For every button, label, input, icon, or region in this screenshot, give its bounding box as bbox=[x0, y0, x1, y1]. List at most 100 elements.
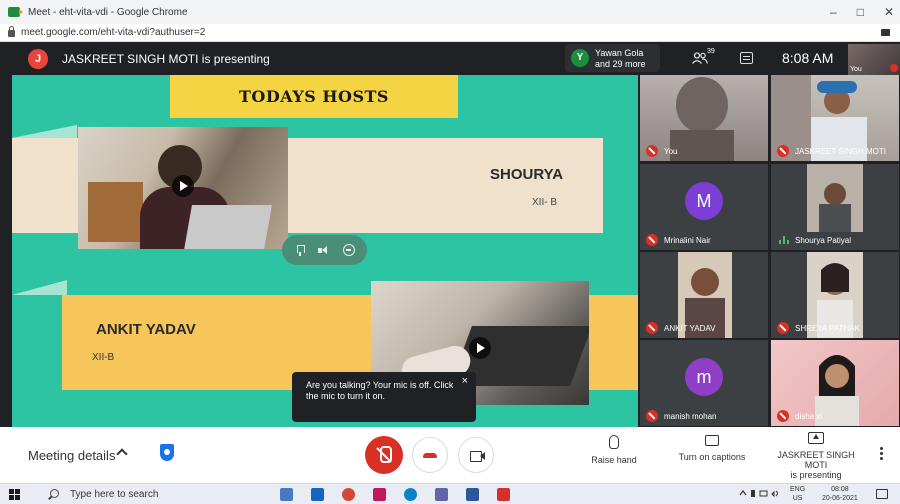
participant-name: disha xi bbox=[795, 412, 823, 421]
participant-video bbox=[670, 77, 734, 161]
captions-button[interactable]: Turn on captions bbox=[672, 435, 752, 462]
mic-off-icon bbox=[646, 145, 658, 157]
language-indicator[interactable]: ENG US bbox=[790, 485, 805, 503]
decor-triangle bbox=[12, 280, 67, 295]
remove-icon[interactable] bbox=[342, 244, 355, 256]
mail-icon[interactable] bbox=[311, 488, 324, 501]
captions-icon bbox=[705, 435, 719, 446]
viewer-text: Yawan Gola and 29 more bbox=[595, 48, 646, 70]
search-icon[interactable] bbox=[50, 489, 59, 498]
address-bar[interactable]: meet.google.com/eht-vita-vdi?authuser=2 bbox=[0, 24, 900, 42]
more-options-icon[interactable] bbox=[880, 447, 883, 461]
captions-label: Turn on captions bbox=[678, 452, 746, 462]
mic-off-icon bbox=[890, 64, 898, 72]
viewer-more: and 29 more bbox=[595, 59, 646, 69]
shelf-shape bbox=[88, 182, 143, 242]
participant-tile[interactable]: ANKIT YADAV bbox=[640, 252, 768, 338]
taskbar-search-input[interactable]: Type here to search bbox=[70, 489, 158, 500]
participant-name: SHREYA PATHAK bbox=[795, 324, 860, 333]
self-label: You bbox=[850, 66, 862, 73]
hand-icon bbox=[609, 435, 619, 449]
present-now-button[interactable]: JASKREET SINGH MOTI is presenting bbox=[766, 432, 866, 480]
active-speakers-chip[interactable]: Y Yawan Gola and 29 more bbox=[565, 44, 660, 72]
edge-icon[interactable] bbox=[404, 488, 417, 501]
meet-bottom-bar: Meeting details Raise hand Turn on capti… bbox=[0, 427, 900, 483]
avatar: M bbox=[685, 182, 723, 220]
presentation-controls bbox=[282, 235, 367, 265]
speaking-indicator-icon bbox=[779, 236, 789, 244]
avatar: m bbox=[685, 358, 723, 396]
presenting-label: JASKREET SINGH MOTI is presenting bbox=[62, 52, 270, 66]
participant-name: Mrinalini Nair bbox=[664, 236, 711, 245]
chrome-icon[interactable] bbox=[342, 488, 355, 501]
mic-off-icon bbox=[777, 322, 789, 334]
meeting-clock: 8:08 AM bbox=[782, 50, 834, 66]
system-tray[interactable] bbox=[738, 488, 782, 500]
play-icon[interactable] bbox=[172, 175, 194, 197]
participant-tile[interactable]: You bbox=[640, 75, 768, 161]
presenting-line2: is presenting bbox=[790, 470, 842, 480]
decor-triangle bbox=[12, 125, 77, 138]
host1-class: XII- B bbox=[532, 197, 558, 208]
clock-date: 20-06-2021 bbox=[822, 495, 858, 502]
mic-off-icon bbox=[646, 322, 658, 334]
participant-name: manish mohan bbox=[664, 412, 717, 421]
meeting-details-button[interactable]: Meeting details bbox=[28, 448, 115, 463]
participant-name: Shourya Patiyal bbox=[795, 236, 852, 245]
mic-toggle-button[interactable] bbox=[365, 436, 403, 474]
slide-heading-box: TODAYS HOSTS bbox=[170, 75, 458, 118]
host-controls-icon[interactable] bbox=[160, 444, 174, 461]
volume-icon[interactable] bbox=[318, 244, 330, 256]
raise-hand-button[interactable]: Raise hand bbox=[588, 435, 640, 465]
camera-in-use-icon[interactable] bbox=[881, 29, 890, 36]
taskbar-clock[interactable]: 08:08 20-06-2021 bbox=[822, 485, 858, 503]
maximize-button[interactable]: □ bbox=[857, 5, 864, 19]
url-text[interactable]: meet.google.com/eht-vita-vdi?authuser=2 bbox=[21, 27, 205, 38]
chat-icon[interactable] bbox=[740, 52, 753, 64]
app-icon[interactable] bbox=[373, 488, 386, 501]
window-title: Meet - eht-vita-vdi - Google Chrome bbox=[28, 6, 188, 18]
participant-name: JASKREET SINGH MOTI bbox=[795, 147, 886, 156]
presenting-line1: JASKREET SINGH MOTI bbox=[777, 450, 855, 470]
self-preview-tile[interactable]: You bbox=[848, 44, 900, 75]
mic-off-icon bbox=[777, 410, 789, 422]
minimize-button[interactable]: – bbox=[830, 5, 837, 19]
mic-off-tooltip: Are you talking? Your mic is off. Click … bbox=[292, 372, 476, 422]
teams-icon[interactable] bbox=[435, 488, 448, 501]
host2-class: XII-B bbox=[92, 352, 115, 363]
word-icon[interactable] bbox=[466, 488, 479, 501]
lock-icon[interactable] bbox=[8, 26, 15, 37]
meet-top-bar: J JASKREET SINGH MOTI is presenting Y Ya… bbox=[0, 42, 900, 75]
participant-video bbox=[815, 355, 859, 426]
presenter-avatar: J bbox=[28, 49, 48, 69]
participant-tile[interactable]: Shourya Patiyal bbox=[771, 164, 899, 250]
tooltip-text: Are you talking? Your mic is off. Click … bbox=[306, 380, 454, 401]
play-icon[interactable] bbox=[469, 337, 491, 359]
pin-icon[interactable] bbox=[294, 244, 306, 256]
present-icon bbox=[808, 432, 824, 444]
file-explorer-icon[interactable] bbox=[280, 488, 293, 501]
clock-time: 08:08 bbox=[831, 486, 849, 493]
windows-start-icon[interactable] bbox=[9, 489, 20, 500]
chevron-up-icon[interactable] bbox=[116, 448, 128, 460]
mic-off-icon bbox=[777, 145, 789, 157]
participant-tile[interactable]: JASKREET SINGH MOTI bbox=[771, 75, 899, 161]
meet-favicon-icon bbox=[8, 7, 23, 17]
mic-off-icon bbox=[646, 410, 658, 422]
host1-video bbox=[78, 127, 288, 249]
participant-tile[interactable]: m manish mohan bbox=[640, 340, 768, 426]
close-window-button[interactable]: ✕ bbox=[884, 5, 894, 19]
participant-tile[interactable]: M Mrinalini Nair bbox=[640, 164, 768, 250]
tray-icons[interactable] bbox=[738, 488, 782, 498]
leave-call-button[interactable] bbox=[412, 437, 448, 473]
participant-tile[interactable]: SHREYA PATHAK bbox=[771, 252, 899, 338]
participant-name: You bbox=[664, 147, 678, 156]
acrobat-icon[interactable] bbox=[497, 488, 510, 501]
people-icon[interactable] bbox=[692, 52, 708, 64]
camera-toggle-button[interactable] bbox=[458, 437, 494, 473]
participant-name: ANKIT YADAV bbox=[664, 324, 716, 333]
notification-icon[interactable] bbox=[876, 489, 888, 499]
mic-off-icon bbox=[646, 234, 658, 246]
participant-tile[interactable]: disha xi bbox=[771, 340, 899, 426]
close-icon[interactable]: × bbox=[462, 376, 468, 387]
